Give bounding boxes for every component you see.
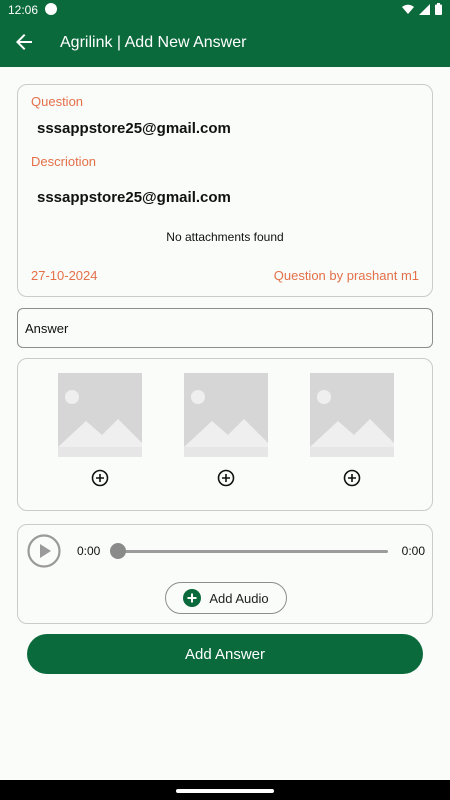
back-arrow-icon[interactable] <box>12 30 36 54</box>
play-icon[interactable] <box>27 534 61 568</box>
page-title: Agrilink | Add New Answer <box>60 34 247 51</box>
status-time: 12:06 <box>8 3 39 17</box>
audio-seek-track[interactable] <box>116 550 388 553</box>
attachments-status: No attachments found <box>166 230 284 244</box>
status-icons <box>402 3 442 15</box>
question-text: sssappstore25@gmail.com <box>37 120 231 137</box>
add-answer-button[interactable]: Add Answer <box>27 634 423 674</box>
image-placeholder-icon[interactable] <box>184 373 268 457</box>
question-label: Question <box>31 94 84 109</box>
answer-input[interactable] <box>17 308 433 348</box>
image-picker-card <box>17 358 433 511</box>
question-author: Question by prashant m1 <box>273 268 419 283</box>
add-answer-label: Add Answer <box>184 645 266 663</box>
image-slot[interactable] <box>310 373 394 487</box>
audio-seek-thumb[interactable] <box>110 543 126 559</box>
image-slot[interactable] <box>184 373 268 487</box>
question-card: Question sssappstore25@gmail.com Descrio… <box>17 84 433 297</box>
add-circle-icon[interactable] <box>217 469 235 487</box>
audio-card: 0:00 0:00 Add Audio <box>17 524 433 624</box>
add-circle-filled-icon <box>183 589 202 607</box>
home-gesture-handle[interactable] <box>176 789 274 793</box>
audio-current-time: 0:00 <box>77 544 101 558</box>
status-bar: 12:06 <box>0 0 450 20</box>
add-audio-label: Add Audio <box>209 590 269 606</box>
audio-total-time: 0:00 <box>401 544 425 558</box>
add-audio-button[interactable]: Add Audio <box>165 582 287 614</box>
signal-icon <box>419 3 430 15</box>
description-label: Descriotion <box>31 154 97 169</box>
wifi-icon <box>402 4 414 14</box>
image-placeholder-icon[interactable] <box>58 373 142 457</box>
app-bar: Agrilink | Add New Answer <box>0 20 450 67</box>
add-circle-icon[interactable] <box>343 469 361 487</box>
description-text: sssappstore25@gmail.com <box>37 189 231 206</box>
battery-icon <box>435 3 442 15</box>
add-circle-icon[interactable] <box>91 469 109 487</box>
image-placeholder-icon[interactable] <box>310 373 394 457</box>
notification-icon <box>45 3 57 15</box>
image-slot[interactable] <box>58 373 142 487</box>
navigation-bar <box>0 780 450 800</box>
question-date: 27-10-2024 <box>31 268 98 283</box>
